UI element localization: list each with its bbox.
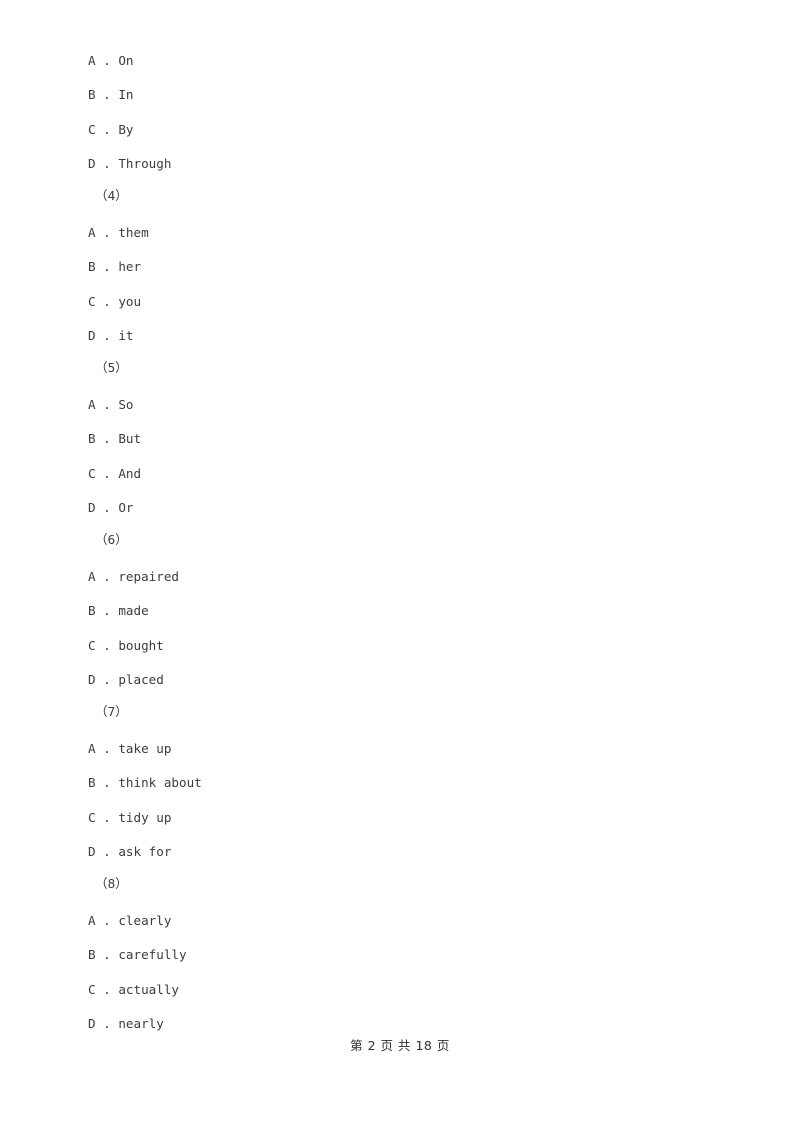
answer-option: A . On: [88, 53, 134, 68]
answer-option: B . made: [88, 603, 149, 618]
answer-option: B . think about: [88, 775, 202, 790]
page-footer: 第 2 页 共 18 页: [350, 1038, 450, 1053]
question-number: （7）: [95, 704, 128, 719]
answer-option: C . you: [88, 294, 142, 309]
answer-option: A . take up: [88, 741, 172, 756]
question-number: （5）: [95, 360, 128, 375]
question-number: （4）: [95, 188, 128, 203]
answer-option: B . In: [88, 87, 134, 102]
answer-option: C . By: [88, 122, 134, 137]
answer-option: D . nearly: [88, 1016, 164, 1031]
answer-option: D . Through: [88, 156, 172, 171]
answer-option: D . Or: [88, 500, 134, 515]
answer-option: D . it: [88, 328, 134, 343]
answer-option: B . carefully: [88, 947, 187, 962]
answer-option: D . ask for: [88, 844, 172, 859]
answer-option: C . And: [88, 466, 142, 481]
answer-option: A . repaired: [88, 569, 179, 584]
answer-option: A . them: [88, 225, 149, 240]
answer-option: B . her: [88, 259, 142, 274]
question-number: （8）: [95, 876, 128, 891]
document-page: A . On B . In C . By D . Through （4） A . them…: [0, 0, 800, 1132]
answer-option: C . actually: [88, 982, 179, 997]
answer-option: B . But: [88, 431, 142, 446]
answer-option: A . clearly: [88, 913, 172, 928]
answer-option: C . bought: [88, 638, 164, 653]
answer-option: C . tidy up: [88, 810, 172, 825]
answer-option: D . placed: [88, 672, 164, 687]
answer-option: A . So: [88, 397, 134, 412]
question-number: （6）: [95, 532, 128, 547]
